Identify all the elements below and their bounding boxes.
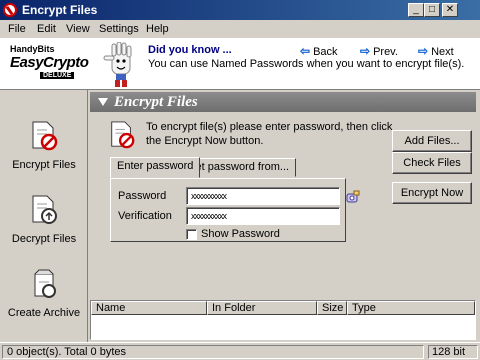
verification-label: Verification	[118, 210, 172, 222]
menu-edit[interactable]: Edit	[37, 23, 56, 35]
add-files-button[interactable]: Add Files...	[392, 130, 472, 152]
tip-text: You can use Named Passwords when you wan…	[148, 58, 465, 70]
menu-file[interactable]: File	[8, 23, 26, 35]
arrow-right-icon: ⇨	[418, 44, 429, 58]
logo-edition: DELUXE	[40, 72, 75, 79]
section-title: Encrypt Files	[114, 94, 198, 110]
encrypt-now-button[interactable]: Encrypt Now	[392, 182, 472, 204]
menu-settings[interactable]: Settings	[99, 23, 139, 35]
status-bar: 0 object(s). Total 0 bytes 128 bit	[0, 342, 480, 360]
section-header: Encrypt Files	[90, 92, 476, 112]
main-panel: Encrypt Files To encrypt file(s) please …	[88, 90, 480, 342]
tip-title: Did you know ...	[148, 44, 232, 56]
column-type[interactable]: Type	[347, 301, 475, 315]
encrypt-files-icon	[111, 121, 135, 149]
logo-vendor: HandyBits	[10, 44, 55, 54]
column-size[interactable]: Size	[317, 301, 347, 315]
file-list[interactable]: Name In Folder Size Type	[90, 300, 476, 340]
minimize-button[interactable]: _	[408, 3, 424, 17]
check-files-button[interactable]: Check Files	[392, 152, 472, 174]
password-field[interactable]: xxxxxxxxxx	[186, 187, 340, 205]
hand-mascot-icon	[103, 42, 132, 87]
encrypt-files-icon	[32, 121, 58, 151]
column-in-folder[interactable]: In Folder	[207, 301, 317, 315]
title-bar: Encrypt Files _ □ ✕	[0, 0, 480, 20]
menu-help[interactable]: Help	[146, 23, 169, 35]
verification-field[interactable]: xxxxxxxxxx	[186, 207, 340, 225]
menu-bar: File Edit View Settings Help	[0, 20, 480, 38]
app-icon[interactable]	[3, 3, 17, 17]
nav-next-link[interactable]: ⇨ Next	[418, 44, 454, 58]
password-label: Password	[118, 190, 167, 202]
show-password-checkbox[interactable]	[186, 229, 197, 240]
show-password-label[interactable]: Show Password	[201, 228, 280, 240]
menu-view[interactable]: View	[66, 23, 90, 35]
collapse-arrow-icon[interactable]	[98, 98, 108, 106]
sidebar: Encrypt Files Decrypt Files Create Archi…	[0, 90, 88, 342]
status-encryption-strength: 128 bit	[428, 345, 478, 359]
sidebar-item-create-archive[interactable]: Create Archive	[4, 268, 84, 319]
nav-prev-link[interactable]: ⇨ Prev.	[360, 44, 398, 58]
create-archive-icon	[34, 269, 56, 298]
status-object-count: 0 object(s). Total 0 bytes	[2, 345, 424, 359]
tab-enter-password[interactable]: Enter password	[110, 157, 201, 178]
maximize-button[interactable]: □	[424, 3, 440, 17]
sidebar-item-encrypt-files[interactable]: Encrypt Files	[4, 120, 84, 171]
close-button[interactable]: ✕	[442, 3, 458, 17]
nav-back-link[interactable]: ⇦ Back	[300, 44, 338, 58]
column-name[interactable]: Name	[91, 301, 207, 315]
key-chain-icon[interactable]	[346, 190, 360, 204]
arrow-left-icon: ⇦	[300, 44, 311, 58]
decrypt-files-icon	[32, 195, 57, 224]
window-title: Encrypt Files	[22, 3, 98, 17]
sidebar-item-decrypt-files[interactable]: Decrypt Files	[4, 194, 84, 245]
logo-product: EasyCrypto	[10, 54, 89, 71]
instructions-text: To encrypt file(s) please enter password…	[146, 121, 393, 147]
arrow-right-icon: ⇨	[360, 44, 371, 58]
tip-header: HandyBits EasyCrypto DELUXE Did you know…	[0, 38, 480, 90]
product-logo: HandyBits EasyCrypto DELUXE	[8, 44, 89, 84]
